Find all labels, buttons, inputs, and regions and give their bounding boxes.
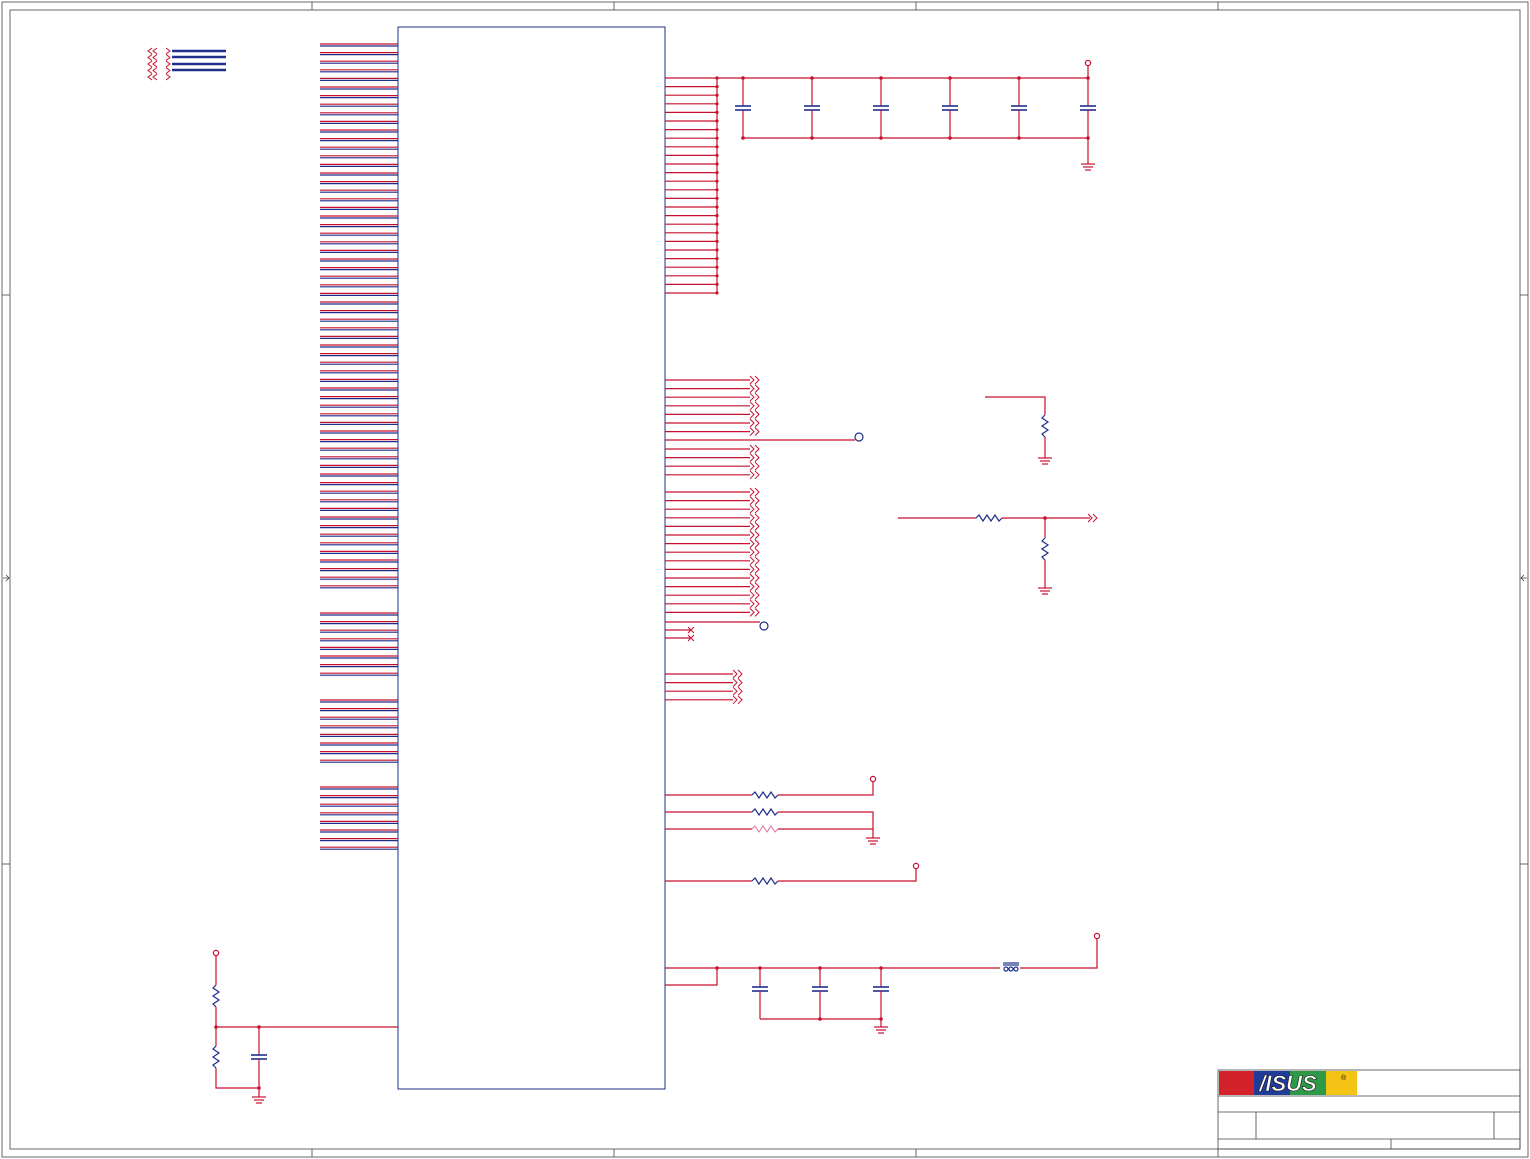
pulldown-resistor-upper [985,396,1052,465]
offpage-connector [749,444,760,454]
bus-chevron-in [147,54,158,61]
offpage-connector [749,522,760,531]
offpage-connector [749,513,760,523]
offpage-connector [749,418,760,428]
offpage-connector [749,401,760,411]
offpage-connector [749,530,760,540]
brand-logo-text: /ISUS [1258,1071,1317,1096]
offpage-connector [749,410,760,419]
bus-chevron-out [165,73,171,81]
no-connect-pins [665,626,695,642]
bottom-power-filter [665,932,1101,1034]
strap-resistors [665,775,920,886]
offpage-connector [732,678,743,687]
bus-chevron-in [147,67,158,74]
offpage-connector [749,590,760,600]
power-port [1084,59,1092,67]
offpage-connector [749,608,760,617]
offpage-connector [749,599,760,609]
offpage-connector [732,686,743,696]
title-block: /ISUS ® [1217,1069,1521,1150]
offpage-connector [749,573,760,583]
offpage-connector [749,556,760,566]
offpage-connector [749,470,760,480]
offpage-connector [732,669,743,679]
offpage-connector [749,582,760,591]
offpage-connector [749,504,760,514]
bus-chevron-out [165,47,171,55]
voltage-divider [898,513,1098,595]
offpage-connector [749,547,760,557]
offpage-connector [749,427,760,436]
offpage-connector [749,384,760,393]
offpage-connector [749,565,760,574]
bus-chevron-in [147,60,158,68]
offpage-connector [749,375,760,385]
bus-chevron-in [147,73,158,81]
offpage-connector [749,487,760,497]
brand-logo: /ISUS ® [1219,1071,1357,1096]
ic-right-signal-pins [665,375,760,705]
power-decoupling-network [665,59,1096,295]
offpage-connector [749,539,760,548]
test-point-b [665,621,769,631]
bus-chevron-out [165,60,171,68]
schematic-sheet: /ISUS ® [1,1,1529,1158]
offpage-bus-connectors [147,47,226,81]
offpage-connector [749,461,760,471]
ic-left-pins [320,43,398,850]
test-point-a [665,432,864,442]
bus-chevron-out [165,54,171,61]
offpage-connector [749,392,760,402]
main-ic-body [397,26,666,1090]
offpage-connector [749,496,760,505]
offpage-connector [749,453,760,462]
offpage-connector [732,695,743,705]
sheet-border [1,1,1529,1158]
reset-rc-network [211,949,398,1104]
registered-mark: ® [1341,1074,1347,1082]
ferrite-bead [1003,962,1019,972]
bus-chevron-in [147,47,158,55]
bus-chevron-out [165,67,171,74]
